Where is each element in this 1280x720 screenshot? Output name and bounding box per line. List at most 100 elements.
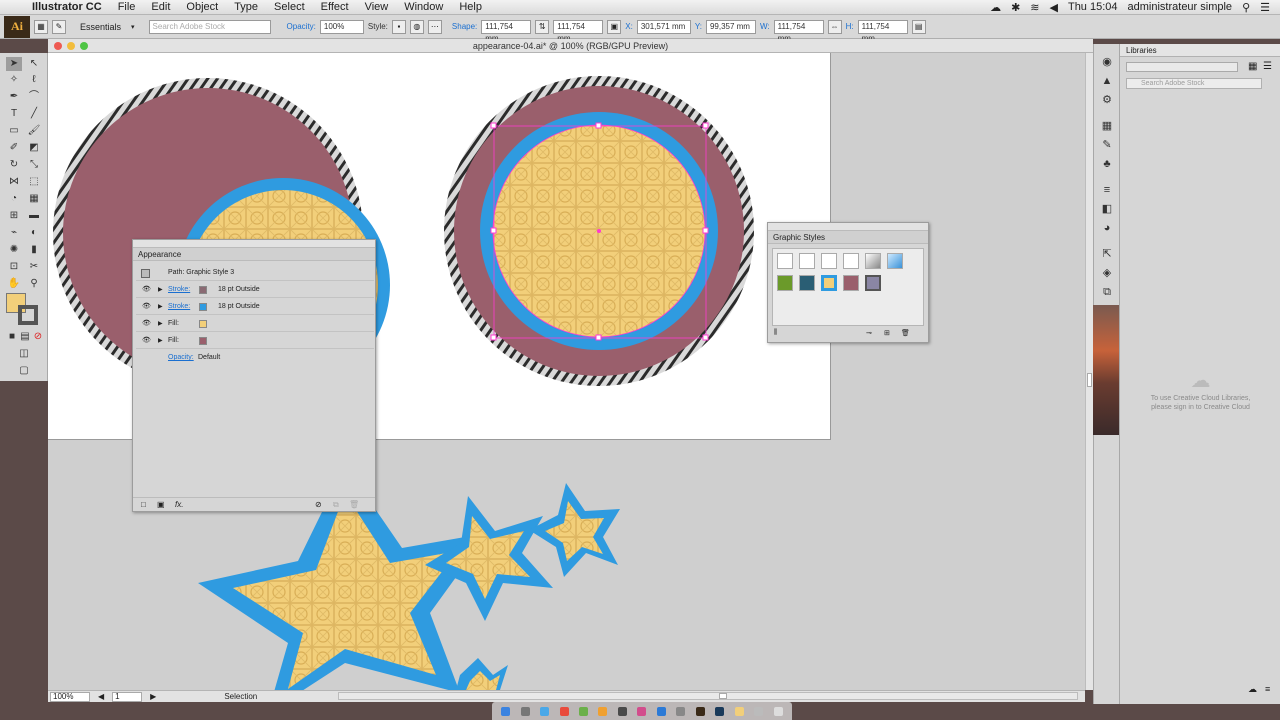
creative-cloud-icon[interactable]: ☁ xyxy=(990,1,1001,14)
close-window-icon[interactable] xyxy=(54,42,62,50)
spotlight-icon[interactable]: ⚲ xyxy=(1242,1,1250,14)
appearance-header-row[interactable]: Path: Graphic Style 3 xyxy=(136,265,374,281)
library-dropdown[interactable] xyxy=(1126,62,1238,72)
shape-width-field[interactable]: 111,754 mm xyxy=(481,19,532,43)
stroke-panel-icon[interactable]: ≡ xyxy=(1100,184,1114,196)
delete-style-icon[interactable]: 🗑 xyxy=(901,329,910,337)
app-menu[interactable]: Illustrator CC xyxy=(24,0,110,15)
itunes-icon[interactable] xyxy=(637,706,647,716)
style-picker[interactable]: ▪ xyxy=(391,19,406,34)
pen-tool-icon[interactable]: ✒ xyxy=(6,90,22,104)
menu-type[interactable]: Type xyxy=(226,0,266,15)
style-swatch[interactable] xyxy=(799,253,815,269)
disclosure-triangle-icon[interactable]: ▶ xyxy=(158,282,163,298)
selected-circle-group[interactable] xyxy=(444,76,754,386)
menu-view[interactable]: View xyxy=(357,0,397,15)
menu-effect[interactable]: Effect xyxy=(313,0,357,15)
slice-tool-icon[interactable]: ✂ xyxy=(26,260,42,274)
stroke-row-1[interactable]: 👁 ▶ Stroke: 18 pt Outside xyxy=(136,282,374,298)
color-panel-icon[interactable]: ▲ xyxy=(1100,75,1114,87)
screen-mode-icon[interactable]: ▢ xyxy=(16,364,32,378)
style-swatch[interactable] xyxy=(777,253,793,269)
system-preferences-icon[interactable] xyxy=(676,706,686,716)
wifi-icon[interactable]: ≋ xyxy=(1030,1,1039,14)
duplicate-item-icon[interactable]: ⧉ xyxy=(333,500,339,510)
artboard-number-field[interactable]: 1 xyxy=(112,691,143,702)
line-tool-icon[interactable]: ╱ xyxy=(26,107,42,121)
menu-window[interactable]: Window xyxy=(396,0,451,15)
fill-swatch-1[interactable] xyxy=(199,320,207,328)
zoom-window-icon[interactable] xyxy=(80,42,88,50)
shaper-tool-icon[interactable]: ✐ xyxy=(6,141,22,155)
medium-star[interactable] xyxy=(425,496,553,621)
fill-label[interactable]: Fill: xyxy=(168,333,179,349)
opacity-label[interactable]: Opacity: xyxy=(168,350,194,366)
clear-appearance-icon[interactable]: ⊘ xyxy=(315,500,322,509)
more-options-icon[interactable]: ▤ xyxy=(911,19,926,34)
stroke-swatch-1[interactable] xyxy=(199,286,207,294)
mesh-tool-icon[interactable]: ⊞ xyxy=(6,209,22,223)
scroll-thumb[interactable] xyxy=(1087,373,1092,387)
safari-icon[interactable] xyxy=(540,706,550,716)
free-transform-tool-icon[interactable]: ⬚ xyxy=(26,175,42,189)
style-swatch[interactable] xyxy=(821,275,837,291)
magic-wand-icon[interactable]: ✧ xyxy=(6,73,22,87)
delete-item-icon[interactable]: 🗑 xyxy=(349,500,359,509)
style-swatch[interactable] xyxy=(843,253,859,269)
disclosure-triangle-icon[interactable]: ▶ xyxy=(158,333,163,349)
menu-object[interactable]: Object xyxy=(178,0,226,15)
graphic-styles-tab[interactable]: Graphic Styles xyxy=(768,231,928,244)
brush-icon[interactable]: ✎ xyxy=(52,19,66,34)
shape-height-field[interactable]: 111,754 mm xyxy=(553,19,604,43)
fill-label[interactable]: Fill: xyxy=(168,316,179,332)
blend-tool-icon[interactable]: ◐ xyxy=(26,226,42,240)
break-link-icon[interactable]: ⊸ xyxy=(866,329,872,337)
disclosure-triangle-icon[interactable]: ▶ xyxy=(158,316,163,332)
appearance-tab[interactable]: Appearance xyxy=(133,248,375,261)
visibility-eye-icon[interactable]: 👁 xyxy=(142,316,151,332)
panel-drag-bar[interactable] xyxy=(768,223,928,231)
type-tool-icon[interactable]: T xyxy=(6,107,22,121)
stroke-label[interactable]: Stroke: xyxy=(168,282,190,298)
current-tool-status[interactable]: Selection xyxy=(224,692,257,701)
style-swatch[interactable] xyxy=(887,253,903,269)
opacity-row[interactable]: Opacity: Default xyxy=(136,350,374,366)
visibility-eye-icon[interactable]: 👁 xyxy=(142,299,151,315)
recolor-icon[interactable]: ◍ xyxy=(409,19,424,34)
graph-tool-icon[interactable]: ▮ xyxy=(26,243,42,257)
gradient-tool-icon[interactable]: ▬ xyxy=(26,209,42,223)
export-icon[interactable]: ⇱ xyxy=(1100,248,1114,260)
downloads-icon[interactable] xyxy=(754,706,764,716)
cloud-sync-icon[interactable]: ☁ xyxy=(1248,684,1257,695)
disclosure-triangle-icon[interactable]: ▶ xyxy=(158,299,163,315)
curvature-tool-icon[interactable]: ⌒ xyxy=(26,90,42,104)
new-style-icon[interactable]: ⊞ xyxy=(884,329,890,337)
align-icon[interactable]: ⋯ xyxy=(427,19,442,34)
zoom-field[interactable]: 100% xyxy=(50,691,90,702)
stroke-label[interactable]: Stroke: xyxy=(168,299,190,315)
photos-icon[interactable] xyxy=(598,706,608,716)
opacity-label[interactable]: Opacity: xyxy=(287,22,316,31)
none-mode-icon[interactable]: ⊘ xyxy=(30,330,46,344)
launchpad-icon[interactable] xyxy=(520,706,530,716)
constrain-icon[interactable]: ⇔ xyxy=(827,19,842,34)
add-effect-button[interactable]: fx. xyxy=(175,500,183,509)
fill-swatch-2[interactable] xyxy=(199,337,207,345)
eyedropper-tool-icon[interactable]: ⌁ xyxy=(6,226,22,240)
horizontal-scrollbar[interactable] xyxy=(338,692,1078,700)
add-fill-icon[interactable]: ▣ xyxy=(157,500,165,509)
workspace-switcher[interactable]: Essentials xyxy=(80,22,121,32)
transparency-icon[interactable]: ◕ xyxy=(1100,222,1114,234)
symbols-icon[interactable]: ♣ xyxy=(1100,158,1114,170)
vertical-scrollbar[interactable] xyxy=(1085,53,1093,690)
terminal-icon[interactable] xyxy=(617,706,627,716)
selection-tool-icon[interactable]: ➤ xyxy=(6,57,22,71)
stock-search-input[interactable]: Search Adobe Stock xyxy=(148,19,271,34)
width-tool-icon[interactable]: ⋈ xyxy=(6,175,22,189)
messages-icon[interactable] xyxy=(579,706,589,716)
next-artboard-icon[interactable]: ▶ xyxy=(150,692,156,701)
direct-selection-tool-icon[interactable]: ↖ xyxy=(26,57,42,71)
menu-file[interactable]: File xyxy=(110,0,144,15)
menu-edit[interactable]: Edit xyxy=(143,0,178,15)
layers-icon[interactable]: ◈ xyxy=(1100,267,1114,279)
